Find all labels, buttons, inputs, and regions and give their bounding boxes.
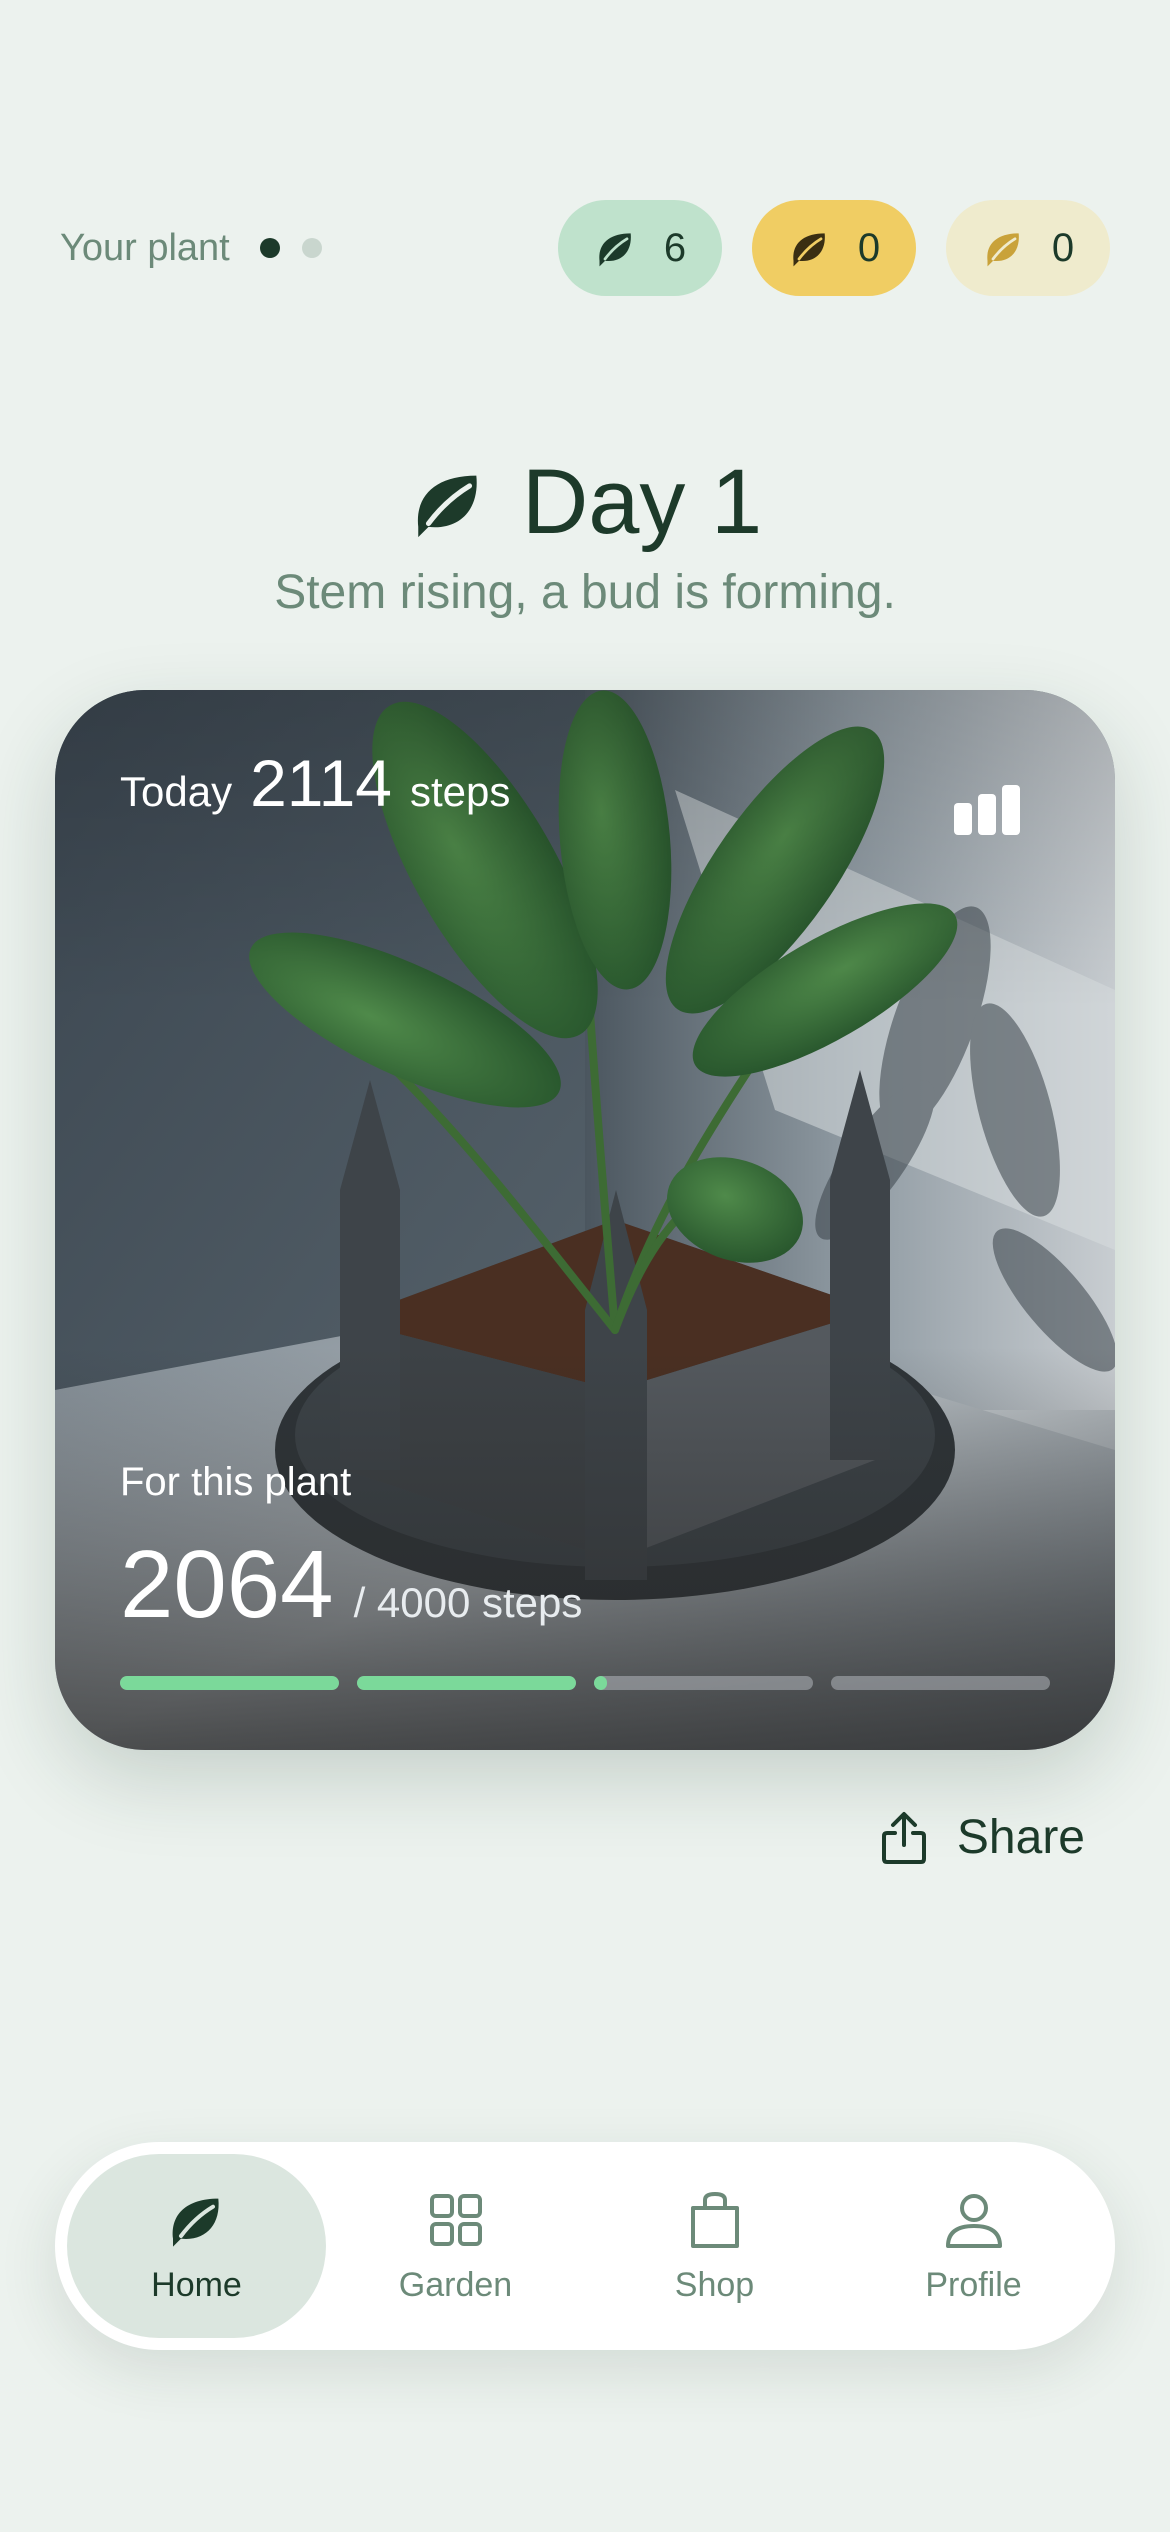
leaf-icon bbox=[417, 475, 477, 537]
leaf-icon bbox=[599, 233, 631, 267]
bag-icon bbox=[690, 2191, 739, 2248]
progress-segment-fill bbox=[120, 1676, 339, 1690]
share-icon bbox=[881, 1811, 926, 1864]
leaf-badge-green[interactable]: 6 bbox=[558, 200, 722, 296]
nav-garden-label: Garden bbox=[398, 2265, 513, 2304]
leaf-icon bbox=[987, 233, 1019, 267]
plant-steps-count: 2064 bbox=[120, 1531, 334, 1638]
progress-segment bbox=[831, 1676, 1050, 1690]
plant-label: Your plant bbox=[60, 226, 230, 269]
nav-shop-label: Shop bbox=[674, 2265, 755, 2304]
plant-steps-progress: 2064 / 4000 steps bbox=[120, 1530, 582, 1640]
pager-dot-2[interactable] bbox=[301, 238, 322, 258]
grid-icon bbox=[429, 2193, 482, 2246]
share-button[interactable]: Share bbox=[881, 1810, 1085, 1865]
badge-count: 0 bbox=[1051, 225, 1075, 270]
today-steps: Today 2114 steps bbox=[120, 745, 510, 821]
plant-card[interactable]: Today 2114 steps For this plant 2064 / 4… bbox=[55, 690, 1115, 1750]
nav-home[interactable]: Home bbox=[67, 2154, 326, 2338]
leaf-icon bbox=[172, 2198, 219, 2247]
leaf-badge-gold[interactable]: 0 bbox=[752, 200, 916, 296]
day-title: Day 1 bbox=[521, 451, 763, 553]
home-screen: Your plant 6 0 0 Day 1 Stem rising, a bu… bbox=[0, 0, 1170, 2532]
progress-segment-fill bbox=[357, 1676, 576, 1690]
badge-count: 6 bbox=[663, 225, 687, 270]
today-steps-unit: steps bbox=[410, 768, 511, 815]
nav-profile-label: Profile bbox=[925, 2265, 1022, 2304]
leaf-icon bbox=[793, 233, 825, 267]
currency-badges: 6 0 0 bbox=[558, 200, 1110, 296]
leaf-badge-cream[interactable]: 0 bbox=[946, 200, 1110, 296]
nav-profile[interactable]: Profile bbox=[844, 2154, 1103, 2338]
plant-steps-goal: / 4000 steps bbox=[353, 1579, 583, 1626]
day-heading: Day 1 bbox=[0, 450, 1170, 555]
pager-dot-1[interactable] bbox=[259, 238, 280, 258]
today-steps-count: 2114 bbox=[250, 746, 393, 820]
plant-pager[interactable]: Your plant bbox=[60, 227, 322, 270]
today-label: Today bbox=[120, 768, 233, 815]
person-icon bbox=[945, 2193, 1002, 2248]
top-bar: Your plant 6 0 0 bbox=[60, 200, 1110, 296]
bottom-nav: Home Garden Shop Profile bbox=[55, 2142, 1115, 2350]
bar-chart-icon[interactable] bbox=[954, 785, 1020, 835]
pager-dots[interactable] bbox=[259, 238, 322, 258]
progress-segment bbox=[120, 1676, 339, 1690]
progress-segments bbox=[120, 1676, 1050, 1690]
growth-stage-subtitle: Stem rising, a bud is forming. bbox=[274, 566, 896, 619]
share-label: Share bbox=[956, 1811, 1085, 1864]
nav-home-label: Home bbox=[151, 2265, 242, 2304]
progress-segment-fill bbox=[594, 1676, 608, 1690]
nav-shop[interactable]: Shop bbox=[585, 2154, 844, 2338]
nav-garden[interactable]: Garden bbox=[326, 2154, 585, 2338]
for-plant-label: For this plant bbox=[120, 1460, 352, 1504]
badge-count: 0 bbox=[857, 225, 881, 270]
progress-segment bbox=[357, 1676, 576, 1690]
progress-segment bbox=[594, 1676, 813, 1690]
